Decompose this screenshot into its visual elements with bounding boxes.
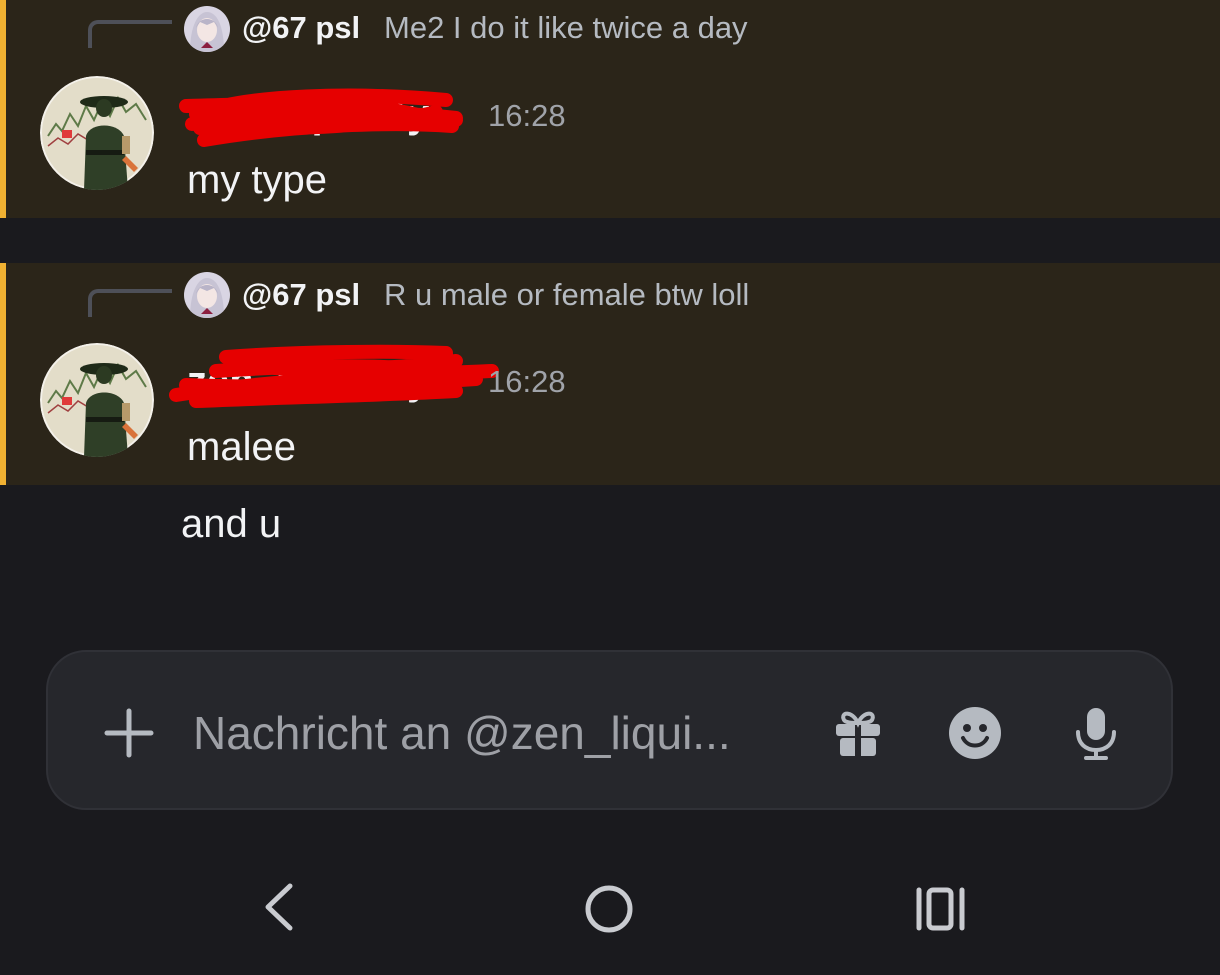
reply-connector [88,289,172,317]
recents-icon[interactable] [914,886,968,932]
system-nav-bar [0,850,1220,975]
redaction-scribble [179,88,463,147]
reply-preview-text[interactable]: Me2 I do it like twice a day [384,10,748,46]
message-input[interactable]: Nachricht an @zen_liqui... [193,706,731,760]
reply-preview-text[interactable]: R u male or female btw loll [384,277,749,313]
author-avatar[interactable] [40,343,154,457]
back-chevron-icon[interactable] [260,882,296,932]
reply-author-name[interactable]: @67 psl [242,277,360,313]
home-circle-icon[interactable] [584,884,634,934]
microphone-icon[interactable] [1074,706,1118,762]
message-content[interactable]: my type [187,158,327,203]
message-content-followup[interactable]: and u [181,502,281,547]
redaction-scribble [169,344,499,408]
message-group-1[interactable]: @67 psl Me2 I do it like twice a day zen… [0,0,1220,218]
plus-icon[interactable] [104,708,154,758]
reply-avatar[interactable] [184,272,230,318]
reply-avatar[interactable] [184,6,230,52]
reply-connector [88,20,172,48]
message-group-2[interactable]: @67 psl R u male or female btw loll zen_… [0,263,1220,485]
message-composer[interactable]: Nachricht an @zen_liqui... [46,650,1173,810]
message-timestamp: 16:28 [488,98,566,133]
author-avatar[interactable] [40,76,154,190]
reply-author-name[interactable]: @67 psl [242,10,360,46]
message-timestamp: 16:28 [488,364,566,399]
message-content[interactable]: malee [187,425,296,470]
emoji-icon[interactable] [948,706,1002,760]
gift-icon[interactable] [834,708,882,758]
